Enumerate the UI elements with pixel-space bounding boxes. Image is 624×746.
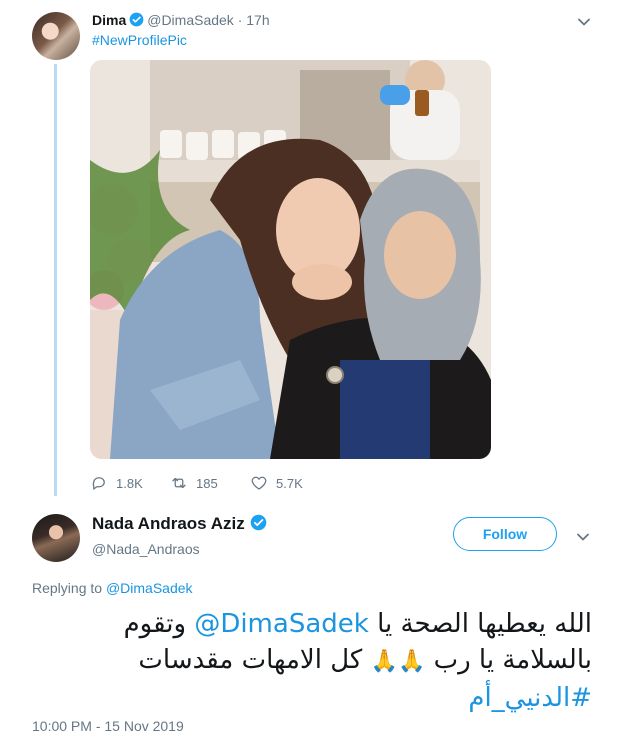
tweet-hashtag[interactable]: #NewProfilePic	[92, 32, 187, 48]
separator-dot: ·	[237, 12, 243, 28]
retweet-icon	[172, 477, 186, 489]
verified-badge-icon	[129, 12, 144, 27]
reply-text: الله يعطيها الصحة يا @DimaSadek وتقوم با…	[32, 606, 592, 716]
reply-line-1: الله يعطيها الصحة يا @DimaSadek وتقوم	[32, 606, 592, 642]
reply-text-segment: بالسلامة يا رب	[433, 645, 592, 675]
like-count: 5.7K	[276, 475, 303, 491]
follow-button[interactable]: Follow	[453, 517, 557, 551]
dima-avatar[interactable]	[32, 12, 80, 60]
hashtag-link[interactable]: #الدنيي_أم	[468, 683, 592, 713]
retweet-action[interactable]: 185	[170, 474, 218, 492]
tweet-header: Dima @DimaSadek · 17h	[92, 12, 270, 28]
like-icon	[251, 476, 267, 490]
like-action[interactable]: 5.7K	[250, 474, 303, 492]
reply-author-row: Nada Andraos Aziz	[92, 514, 270, 534]
replying-prefix: Replying to	[32, 580, 103, 596]
replying-to: Replying to @DimaSadek	[32, 580, 193, 596]
verified-badge-icon	[250, 514, 267, 531]
reply-icon	[92, 477, 105, 490]
author-name[interactable]: Dima	[92, 12, 126, 28]
reply-action[interactable]: 1.8K	[90, 474, 143, 492]
mention-link[interactable]: @DimaSadek	[194, 609, 369, 639]
reply-count: 1.8K	[116, 475, 143, 491]
replying-to-link[interactable]: @DimaSadek	[106, 580, 193, 596]
nada-avatar[interactable]	[32, 514, 80, 562]
reply-text-segment: كل الامهات مقدسات	[138, 645, 363, 675]
reply-author-handle[interactable]: @Nada_Andraos	[92, 541, 200, 557]
author-handle[interactable]: @DimaSadek	[147, 12, 234, 28]
chevron-down-icon[interactable]	[576, 530, 590, 544]
chevron-down-icon[interactable]	[577, 15, 591, 29]
reply-line-3: #الدنيي_أم	[32, 680, 592, 716]
reply-author-name[interactable]: Nada Andraos Aziz	[92, 514, 245, 533]
tweet-photo[interactable]	[90, 60, 491, 459]
reply-line-2: بالسلامة يا رب 🙏🙏 كل الامهات مقدسات	[32, 642, 592, 680]
reply-timestamp[interactable]: 10:00 PM - 15 Nov 2019	[32, 718, 184, 734]
thread-line	[54, 64, 57, 496]
reply-text-segment: الله يعطيها الصحة يا	[377, 609, 592, 639]
tweet-time[interactable]: 17h	[246, 12, 269, 28]
retweet-count: 185	[196, 475, 218, 491]
reply-text-segment: وتقوم	[123, 609, 187, 639]
praying-hands-emoji: 🙏🙏	[370, 649, 426, 674]
